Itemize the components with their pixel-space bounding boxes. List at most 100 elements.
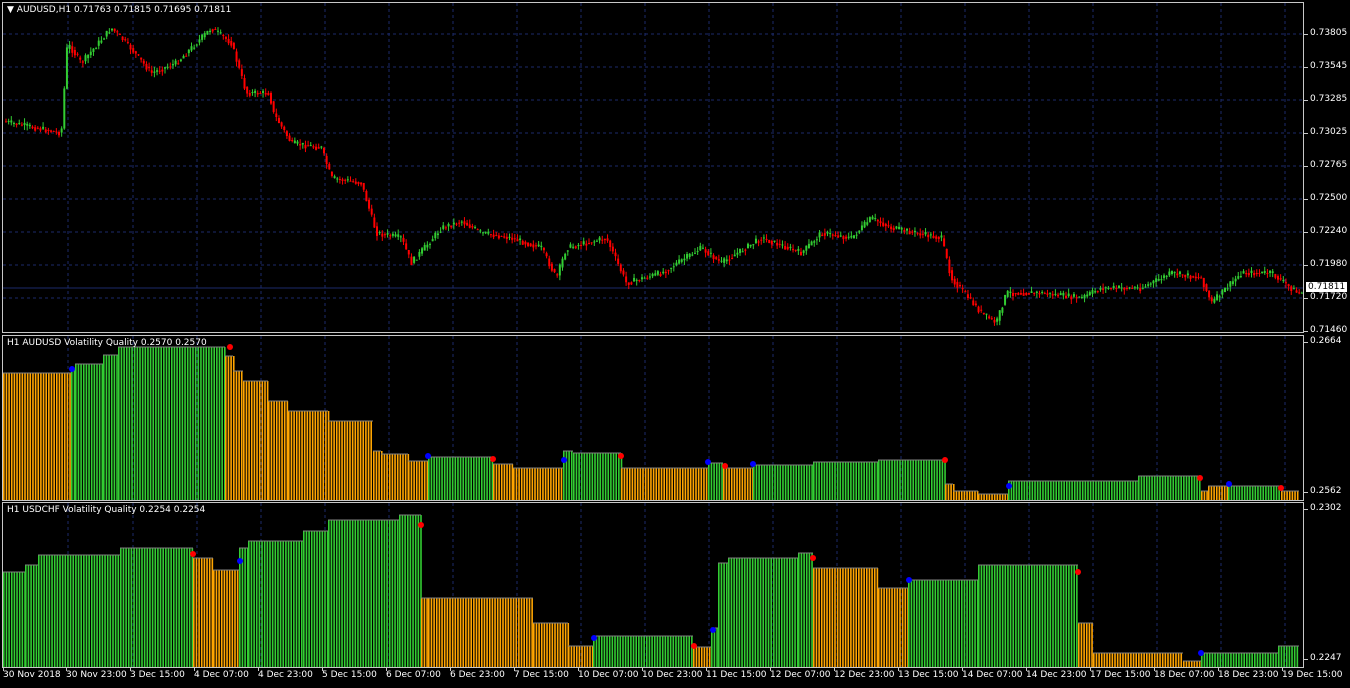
candle — [542, 246, 545, 254]
candle — [672, 262, 675, 272]
candle — [206, 30, 209, 35]
candle — [312, 144, 315, 149]
candle — [553, 268, 556, 274]
candle — [378, 230, 381, 236]
candle — [26, 121, 29, 131]
candle — [156, 67, 159, 76]
signal-dot — [618, 453, 624, 459]
candle — [993, 316, 996, 326]
histogram-bar-group — [953, 490, 979, 500]
time-label: 5 Dec 15:00 — [322, 670, 377, 680]
candle — [230, 36, 233, 48]
time-label: 6 Dec 07:00 — [386, 670, 441, 680]
candle — [1065, 291, 1067, 299]
scale-label: 0.2302 — [1310, 503, 1342, 513]
signal-dot — [418, 522, 424, 528]
scale-tick — [1304, 492, 1308, 493]
candle — [474, 225, 477, 229]
dropdown-triangle-icon[interactable]: ▼ — [7, 5, 14, 15]
candle — [731, 254, 734, 260]
candle — [394, 231, 397, 238]
candle — [285, 130, 288, 139]
candle — [251, 89, 254, 96]
candle — [134, 50, 137, 58]
candle — [262, 88, 265, 98]
candle — [442, 222, 445, 231]
candlestick-chart — [3, 3, 1303, 332]
price-chart-pane[interactable]: ▼ AUDUSD,H1 0.71763 0.71815 0.71695 0.71… — [2, 2, 1304, 333]
candle — [701, 244, 704, 250]
candle — [1226, 283, 1229, 291]
candle — [418, 249, 421, 260]
candle — [1197, 273, 1200, 280]
candle — [1229, 280, 1232, 292]
candle — [150, 65, 153, 77]
price-label: 0.73545 — [1310, 61, 1348, 71]
candle — [58, 130, 60, 138]
histogram-bar-group — [878, 587, 909, 667]
candle — [736, 248, 739, 258]
candle — [7, 118, 10, 125]
candle — [1189, 274, 1192, 282]
price-tick — [1304, 331, 1308, 332]
candle — [564, 252, 567, 261]
candle — [593, 239, 596, 246]
symbol-label: AUDUSD,H1 — [16, 5, 72, 15]
candle — [773, 240, 776, 243]
candle — [1298, 289, 1301, 295]
candle — [368, 197, 371, 212]
indicator-pane-usdchf[interactable]: H1 USDCHF Volatility Quality 0.2254 0.22… — [2, 502, 1304, 668]
candle — [108, 28, 111, 35]
candle — [1072, 291, 1075, 299]
candle — [211, 28, 214, 34]
candle — [164, 66, 166, 74]
candle — [103, 37, 106, 40]
candle — [1250, 267, 1253, 278]
time-label: 14 Dec 07:00 — [962, 670, 1023, 680]
candle — [447, 222, 450, 232]
candle — [34, 125, 37, 132]
candle — [264, 88, 267, 97]
indicator-scale-usdchf[interactable]: 0.2302 0.2247 — [1304, 502, 1350, 668]
histogram-bar-group — [193, 557, 214, 667]
candle — [1144, 284, 1147, 288]
signal-dot — [710, 627, 716, 633]
time-axis[interactable]: 30 Nov 2018 30 Nov 23:00 3 Dec 15:00 4 Dec … — [0, 668, 1350, 688]
candle — [527, 242, 530, 248]
candle — [545, 251, 548, 259]
candle — [333, 174, 336, 179]
candle — [733, 249, 736, 257]
histogram-bar-group — [428, 597, 533, 667]
histogram-bar-group — [248, 540, 303, 667]
price-tick — [1304, 67, 1308, 68]
candle — [871, 215, 874, 220]
candle — [866, 217, 869, 227]
candle — [635, 278, 638, 286]
scale-tick — [1304, 509, 1308, 510]
candle — [853, 235, 855, 239]
candle — [389, 233, 392, 240]
candle — [969, 293, 972, 300]
indicator-pane-audusd[interactable]: H1 AUDUSD Volatility Quality 0.2570 0.25… — [2, 335, 1304, 501]
candle — [895, 225, 898, 230]
candle — [1157, 274, 1160, 282]
candle — [15, 123, 18, 128]
candle — [161, 66, 164, 76]
candle — [540, 241, 543, 251]
candle — [405, 239, 408, 250]
histogram-bar-group — [239, 547, 249, 667]
signal-dot — [1278, 485, 1284, 491]
indicator-scale-audusd[interactable]: 0.2664 0.2562 — [1304, 335, 1350, 501]
candle — [1070, 294, 1073, 304]
candle — [450, 225, 453, 229]
candle — [678, 255, 681, 265]
candle — [813, 239, 816, 247]
candle — [959, 281, 961, 288]
candle — [346, 176, 349, 183]
candle — [524, 240, 527, 248]
time-label: 13 Dec 15:00 — [898, 670, 959, 680]
price-scale[interactable]: 0.73805 0.73545 0.73285 0.73025 0.72765 0.725… — [1304, 2, 1350, 335]
candle — [386, 229, 389, 238]
candle — [686, 251, 689, 262]
signal-dot — [750, 461, 756, 467]
